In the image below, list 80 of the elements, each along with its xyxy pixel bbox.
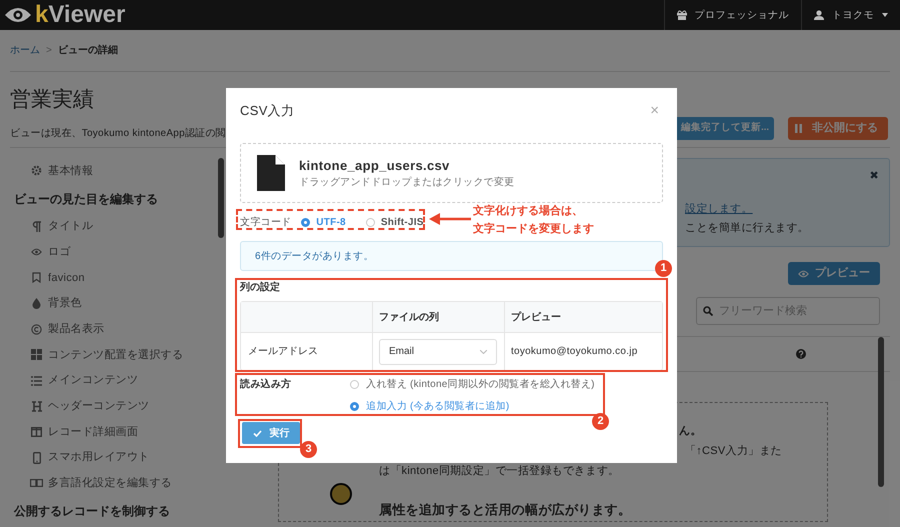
gift-icon (676, 10, 686, 20)
encoding-label: 文字コード (240, 216, 292, 230)
section-title: 列の設定 (240, 280, 281, 295)
encoding-radio[interactable]: UTF-8 (301, 214, 346, 230)
close-button[interactable]: ✖ (870, 168, 879, 184)
user-menu[interactable]: トヨクモ (801, 0, 900, 30)
annotation-text: 文字化けする場合は、 (473, 204, 584, 219)
columns-icon (31, 427, 42, 438)
bookmark-icon (32, 272, 41, 284)
sidebar-item[interactable]: ロゴ (14, 239, 222, 266)
copyright-icon (31, 324, 42, 335)
search-icon (703, 306, 713, 316)
file-icon (257, 155, 285, 191)
file-name: kintone_app_users.csv (299, 156, 451, 175)
eye-logo-icon (4, 7, 32, 23)
page-description: ビューは現在、Toyokumo kintoneApp認証の閲 (10, 126, 226, 140)
gear-icon (31, 165, 42, 176)
breadcrumb-separator: > (46, 44, 52, 58)
table-scrollbar[interactable] (878, 337, 884, 487)
sidebar-item[interactable]: favicon (14, 265, 222, 291)
sidebar-item[interactable]: 基本情報 (14, 158, 222, 184)
check-icon (252, 430, 262, 436)
table-cell: メールアドレス (241, 333, 373, 370)
caret-icon (882, 13, 888, 17)
sidebar-item[interactable]: ヘッダーコンテンツ (14, 394, 222, 420)
file-drop-zone[interactable]: kintone_app_users.csv ドラッグアンドドロップまたはクリックで変更 (240, 143, 663, 203)
import-mode-radio[interactable]: 追加入力 (今ある閲覧者に追加) (350, 395, 595, 417)
panel-heading: 属性を追加すると活用の幅が広がります。 (379, 500, 632, 519)
file-hint: ドラッグアンドドロップまたはクリックで変更 (299, 176, 514, 190)
sidebar-item[interactable]: 多言語化設定を編集する (14, 470, 222, 496)
drop-icon (32, 298, 41, 310)
list-icon (31, 376, 42, 386)
sidebar-item[interactable]: タイトル (14, 214, 222, 240)
panel-heading: ん。 (678, 424, 703, 439)
plan-menu[interactable]: プロフェッショナル (664, 0, 801, 30)
import-mode-radio[interactable]: 入れ替え (kintone同期以外の閲覧者を総入れ替え) (350, 373, 595, 395)
highlight-frame (238, 419, 302, 448)
submit-button[interactable]: 実行 (242, 422, 300, 444)
pause-icon (795, 124, 802, 133)
sidebar-item[interactable]: スマホ用レイアウト (14, 444, 222, 471)
column-header: ファイルの列 (373, 302, 505, 332)
panel-text: 「↑CSV入力」また (684, 444, 783, 458)
panel-text: は「kintone同期設定」で一括登録もできます。 (379, 464, 620, 479)
notice-text: ことを簡単に行えます。 (685, 220, 810, 236)
sidebar-heading: 公開するレコードを制御する (14, 503, 171, 520)
arrow-icon (429, 213, 471, 225)
annotation-text: 文字コードを変更します (473, 222, 594, 237)
table-cell-text: toyokumo@toyokumo.co.jp (510, 345, 639, 359)
column-select[interactable]: Email (379, 338, 497, 364)
chevron-down-icon (480, 350, 487, 354)
sidebar-heading: ビューの見た目を編集する (14, 190, 159, 208)
number-badge: 2 (592, 413, 609, 430)
sidebar-item[interactable]: 製品名表示 (14, 316, 222, 342)
grid-icon (31, 349, 42, 360)
sidebar-item[interactable]: 背景色 (14, 290, 222, 316)
section-title: 読み込み方 (240, 377, 292, 392)
sidebar-item[interactable]: レコード詳細画面 (14, 419, 222, 445)
sidebar-scrollbar[interactable] (218, 158, 224, 238)
breadcrumb-link[interactable]: ホーム (10, 43, 40, 58)
dialog-title: CSV入力 (240, 102, 294, 120)
number-badge: 1 (655, 260, 672, 277)
sidebar-item[interactable]: メインコンテンツ (14, 368, 222, 394)
sidebar-item[interactable]: コンテンツ配置を選択する (14, 342, 222, 368)
action-button[interactable]: 非公開にする (788, 117, 888, 140)
app-logo: kViewer (35, 3, 126, 27)
notice-link[interactable]: 設定します。 (685, 201, 889, 218)
number-badge: 3 (300, 441, 317, 458)
pilcrow-icon (32, 221, 41, 232)
encoding-radio[interactable]: Shift-JIS (366, 214, 424, 230)
breadcrumb-current: ビューの詳細 (58, 44, 118, 58)
phone-icon (32, 452, 40, 464)
eye-icon (31, 248, 42, 256)
close-button[interactable]: × (650, 100, 663, 122)
language-icon (30, 479, 43, 488)
heading-icon (32, 400, 42, 412)
help-icon (796, 349, 806, 359)
column-header: プレビュー (510, 310, 562, 324)
preview-button[interactable]: プレビュー (788, 262, 880, 285)
page-title: 営業実績 (10, 87, 95, 113)
eye-icon (798, 270, 809, 278)
